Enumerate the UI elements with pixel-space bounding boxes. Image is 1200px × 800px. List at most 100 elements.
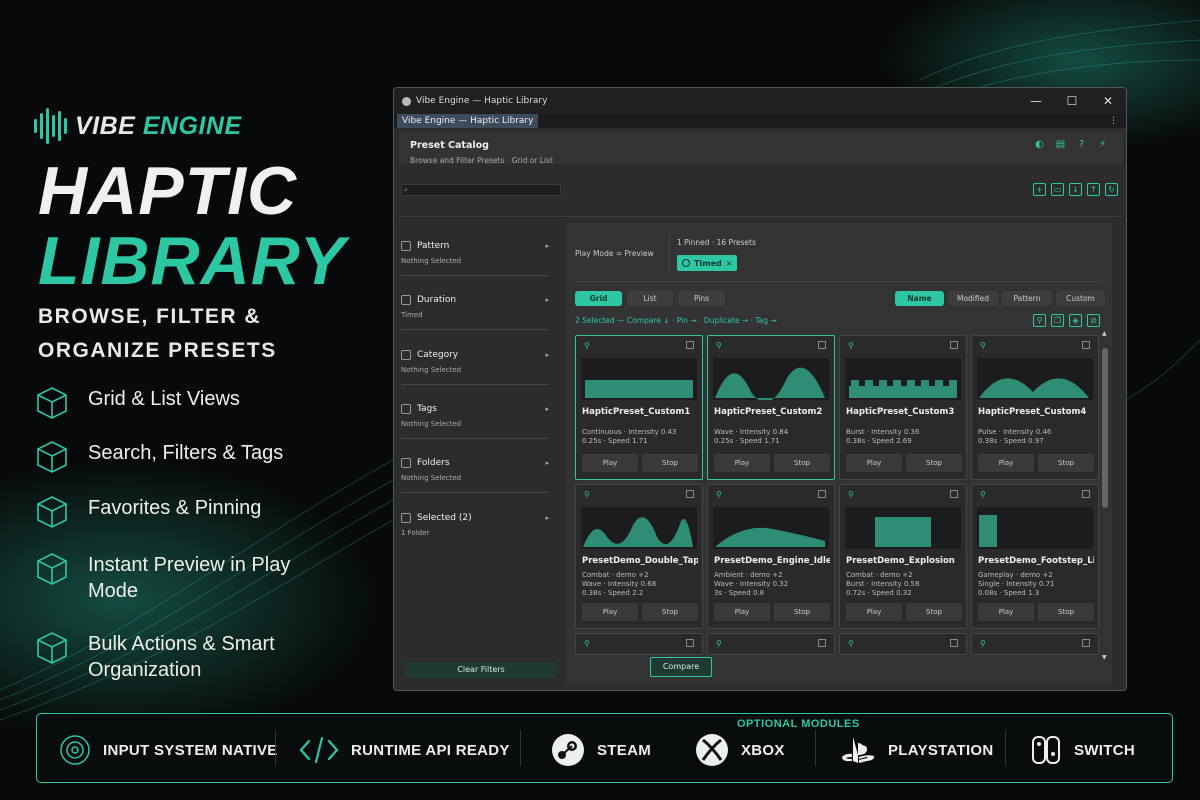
duplicate-icon[interactable]: ❐: [1051, 314, 1064, 327]
add-icon[interactable]: +: [1033, 183, 1046, 196]
pin-icon[interactable]: ⚲: [584, 341, 590, 350]
expand-arrow-icon[interactable]: ▸: [545, 405, 549, 413]
stop-button[interactable]: Stop: [906, 603, 962, 621]
copy-icon[interactable]: [818, 341, 826, 349]
preset-card[interactable]: ⚲ PresetDemo_Footstep_Lig Gameplay · demo …: [971, 484, 1099, 629]
play-button[interactable]: Play: [978, 603, 1034, 621]
copy-icon[interactable]: [1082, 341, 1090, 349]
pin-icon[interactable]: ⚲: [716, 341, 722, 350]
play-button[interactable]: Play: [582, 454, 638, 472]
stop-button[interactable]: Stop: [1038, 454, 1094, 472]
import-icon[interactable]: ↓: [1069, 183, 1082, 196]
copy-icon[interactable]: [818, 639, 826, 647]
preset-card[interactable]: ⚲ PresetDemo_Engine_Idle Ambient · demo +2…: [707, 484, 835, 629]
preset-card[interactable]: ⚲ PresetDemo_Explosion Combat · demo +2 Bur…: [839, 484, 967, 629]
filter-folders[interactable]: Folders ▸ Nothing Selected: [401, 456, 549, 493]
chip-remove-icon[interactable]: ×: [726, 259, 733, 268]
pin-icon[interactable]: ⚲: [980, 490, 986, 499]
pin-icon[interactable]: ⚲: [848, 341, 854, 350]
pin-icon[interactable]: ⚲: [848, 639, 854, 648]
clear-filters-button[interactable]: Clear Filters: [405, 662, 557, 678]
minimize-button[interactable]: —: [1018, 88, 1054, 114]
filter-duration[interactable]: Duration ▸ Timed: [401, 293, 549, 330]
sort-custom-button[interactable]: Custom: [1056, 291, 1105, 306]
footer-item-label: RUNTIME API READY: [351, 741, 510, 759]
preset-card[interactable]: ⚲ HapticPreset_Custom2 Wave · Intensity 0.…: [707, 335, 835, 480]
preset-card-partial[interactable]: ⚲: [575, 633, 703, 655]
export-icon[interactable]: ↑: [1087, 183, 1100, 196]
scroll-up-icon[interactable]: ▲: [1102, 330, 1107, 337]
expand-arrow-icon[interactable]: ▸: [545, 514, 549, 522]
filter-pattern[interactable]: Pattern ▸ Nothing Selected: [401, 239, 549, 276]
pin-icon[interactable]: ⚲: [716, 490, 722, 499]
sort-name-button[interactable]: Name: [895, 291, 944, 306]
bulk-actions[interactable]: 2 Selected — Compare ↓ · Pin → · Duplica…: [575, 316, 777, 325]
sort-pattern-button[interactable]: Pattern: [1002, 291, 1052, 306]
copy-icon[interactable]: [950, 341, 958, 349]
preset-card-partial[interactable]: ⚲: [971, 633, 1099, 655]
pin-icon[interactable]: ⚲: [980, 639, 986, 648]
copy-icon[interactable]: [686, 639, 694, 647]
document-icon[interactable]: ▤: [1054, 138, 1067, 151]
play-button[interactable]: Play: [714, 454, 770, 472]
pin-icon[interactable]: ⚲: [716, 639, 722, 648]
scroll-down-icon[interactable]: ▼: [1102, 654, 1107, 661]
preset-card[interactable]: ⚲ HapticPreset_Custom1 Continuous · Intens…: [575, 335, 703, 480]
view-list-button[interactable]: List: [627, 291, 673, 306]
preset-card-partial[interactable]: ⚲: [707, 633, 835, 655]
copy-icon[interactable]: [950, 490, 958, 498]
pin-icon[interactable]: ⚲: [980, 341, 986, 350]
close-button[interactable]: ✕: [1090, 88, 1126, 114]
refresh-icon[interactable]: ↻: [1105, 183, 1118, 196]
sort-modified-button[interactable]: Modified: [948, 291, 998, 306]
filter-tags[interactable]: Tags ▸ Nothing Selected: [401, 402, 549, 439]
stop-button[interactable]: Stop: [906, 454, 962, 472]
view-grid-button[interactable]: Grid: [575, 291, 622, 306]
tab-haptic-library[interactable]: Vibe Engine — Haptic Library: [397, 114, 539, 128]
copy-icon[interactable]: [818, 490, 826, 498]
copy-icon[interactable]: [1082, 639, 1090, 647]
filter-category[interactable]: Category ▸ Nothing Selected: [401, 348, 549, 385]
folder-icon[interactable]: ▭: [1051, 183, 1064, 196]
filter-selected[interactable]: Selected (2) ▸ 1 Folder: [401, 511, 549, 537]
pin-icon[interactable]: ⚲: [584, 490, 590, 499]
stop-button[interactable]: Stop: [642, 454, 698, 472]
scrollbar-thumb[interactable]: [1102, 348, 1108, 508]
expand-arrow-icon[interactable]: ▸: [545, 296, 549, 304]
pin-icon[interactable]: ⚲: [584, 639, 590, 648]
search-input[interactable]: ⌕: [401, 184, 561, 196]
pin-icon[interactable]: ⚲: [1033, 314, 1046, 327]
haptic-icon[interactable]: ◐: [1033, 138, 1046, 151]
copy-icon[interactable]: [686, 341, 694, 349]
more-options-icon[interactable]: ⋮: [1109, 114, 1118, 128]
scrollbar[interactable]: ▲ ▼: [1102, 330, 1108, 661]
maximize-button[interactable]: ☐: [1054, 88, 1090, 114]
stop-button[interactable]: Stop: [1038, 603, 1094, 621]
stop-button[interactable]: Stop: [774, 454, 830, 472]
stop-button[interactable]: Stop: [774, 603, 830, 621]
expand-arrow-icon[interactable]: ▸: [545, 351, 549, 359]
play-button[interactable]: Play: [714, 603, 770, 621]
preset-card[interactable]: ⚲ HapticPreset_Custom4 Pulse · Intensity 0…: [971, 335, 1099, 480]
copy-icon[interactable]: [950, 639, 958, 647]
play-button[interactable]: Play: [582, 603, 638, 621]
preset-card-partial[interactable]: ⚲: [839, 633, 967, 655]
play-button[interactable]: Play: [846, 603, 902, 621]
copy-icon[interactable]: [686, 490, 694, 498]
view-pins-button[interactable]: Pins: [678, 291, 725, 306]
expand-arrow-icon[interactable]: ▸: [545, 242, 549, 250]
compare-button[interactable]: Compare: [650, 657, 712, 677]
pin-icon[interactable]: ⚲: [848, 490, 854, 499]
preset-card[interactable]: ⚲ HapticPreset_Custom3 Burst · Intensity 0…: [839, 335, 967, 480]
preset-card[interactable]: ⚲ PresetDemo_Double_Tap Combat · demo +2 Wa…: [575, 484, 703, 629]
stop-button[interactable]: Stop: [642, 603, 698, 621]
delete-icon[interactable]: ⊘: [1087, 314, 1100, 327]
bolt-icon[interactable]: ⚡: [1096, 138, 1109, 151]
active-filter-chip[interactable]: Timed ×: [677, 255, 738, 271]
expand-arrow-icon[interactable]: ▸: [545, 459, 549, 467]
play-button[interactable]: Play: [846, 454, 902, 472]
tag-icon[interactable]: ◈: [1069, 314, 1082, 327]
help-icon[interactable]: ?: [1075, 138, 1088, 151]
play-button[interactable]: Play: [978, 454, 1034, 472]
copy-icon[interactable]: [1082, 490, 1090, 498]
